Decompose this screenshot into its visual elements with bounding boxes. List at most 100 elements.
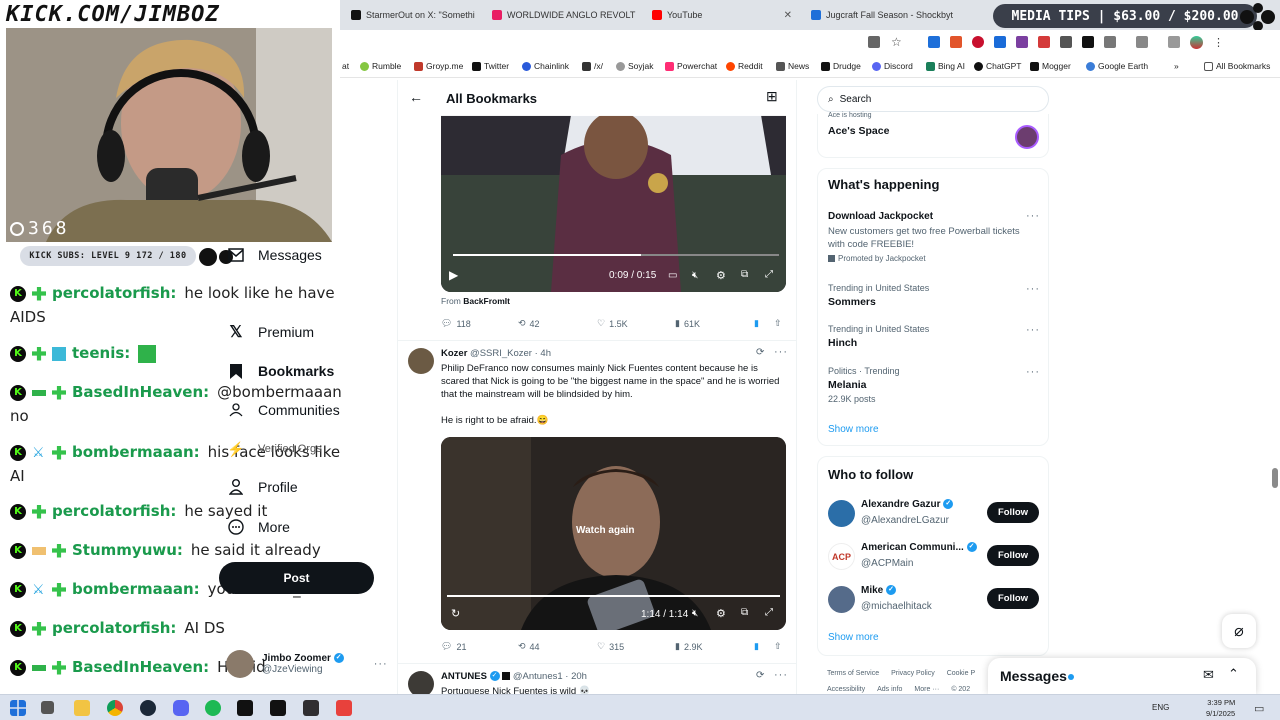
account-switcher[interactable]: Jimbo Zoomer ✓ @JzeViewing ··· bbox=[226, 650, 388, 678]
footer-link[interactable]: Ads info bbox=[877, 686, 902, 693]
grok-button[interactable]: ⌀ bbox=[1222, 614, 1256, 648]
app-icon[interactable] bbox=[336, 700, 352, 716]
footer-link[interactable]: Accessibility bbox=[827, 686, 865, 693]
bookmark-item[interactable]: Drudge bbox=[821, 61, 861, 71]
play-icon[interactable]: ▶ bbox=[449, 268, 458, 282]
follow-button[interactable]: Follow bbox=[987, 545, 1039, 566]
video-player[interactable]: Watch again ↻ 1:14 / 1:14 🔇︎ ⚙ ⧉ ⤢ bbox=[441, 437, 786, 630]
settings-icon[interactable]: ⚙ bbox=[716, 607, 726, 620]
extension-icon[interactable] bbox=[1016, 36, 1028, 48]
tab-starmerout[interactable]: StarmerOut on X: "Somethi bbox=[345, 4, 480, 26]
grok-icon[interactable]: ⟳ bbox=[756, 347, 764, 358]
views-button[interactable]: ▮ 61K bbox=[675, 318, 700, 329]
bookmark-item[interactable]: Reddit bbox=[726, 61, 763, 71]
avatar[interactable] bbox=[408, 348, 434, 374]
watch-again-overlay[interactable]: Watch again bbox=[576, 525, 635, 536]
more-dots-icon[interactable]: ··· bbox=[774, 346, 788, 358]
more-dots-icon[interactable]: ··· bbox=[1026, 366, 1040, 378]
clock[interactable]: 3:39 PM 9/1/2025 bbox=[1206, 697, 1235, 719]
bookmark-item[interactable]: /x/ bbox=[582, 61, 603, 71]
follow-suggestion[interactable]: Mike ✓ @michaelhitack bbox=[828, 585, 932, 614]
app-icon[interactable] bbox=[237, 700, 253, 716]
bookmark-item[interactable]: News bbox=[776, 61, 809, 71]
bookmark-item[interactable]: at bbox=[342, 61, 349, 71]
source-link[interactable]: BackFromIt bbox=[463, 296, 510, 306]
nav-more[interactable]: More bbox=[228, 519, 290, 535]
follow-button[interactable]: Follow bbox=[987, 502, 1039, 523]
notification-icon[interactable]: ▭ bbox=[1254, 702, 1264, 715]
repost-button[interactable]: ⟲ 44 bbox=[518, 641, 540, 652]
reply-button[interactable]: 💬︎ 21 bbox=[441, 641, 466, 652]
repost-button[interactable]: ⟲ 42 bbox=[518, 318, 540, 329]
bookmark-item[interactable]: ChatGPT bbox=[974, 61, 1021, 71]
language-indicator[interactable]: ENG bbox=[1152, 703, 1169, 712]
nav-messages[interactable]: Messages bbox=[228, 247, 322, 263]
follow-suggestion[interactable]: Alexandre Gazur ✓ @AlexandreLGazur bbox=[828, 499, 954, 528]
avatar[interactable] bbox=[1190, 36, 1203, 49]
nav-premium[interactable]: 𝕏 Premium bbox=[228, 324, 314, 341]
grok-icon[interactable]: ⟳ bbox=[756, 670, 764, 681]
promoted-trend[interactable]: Download Jackpocket New customers get tw… bbox=[828, 211, 1038, 263]
reply-button[interactable]: 💬︎ 118 bbox=[441, 318, 471, 329]
expand-icon[interactable]: ⌃ bbox=[1228, 666, 1239, 682]
like-button[interactable]: ♡ 1.5K bbox=[597, 318, 628, 329]
new-message-icon[interactable]: ✉ bbox=[1203, 667, 1214, 683]
mute-icon[interactable]: 🔇︎ bbox=[692, 608, 698, 619]
author-handle[interactable]: @Antunes1 · 20h bbox=[513, 671, 587, 682]
extension-icon[interactable] bbox=[1038, 36, 1050, 48]
star-icon[interactable]: ☆ bbox=[891, 35, 902, 49]
more-dots-icon[interactable]: ··· bbox=[1026, 210, 1040, 222]
task-view-icon[interactable] bbox=[41, 701, 54, 714]
scrollbar-thumb[interactable] bbox=[1272, 468, 1278, 488]
author-handle[interactable]: @SSRI_Kozer · 4h bbox=[470, 348, 551, 359]
bookmark-item[interactable]: Discord bbox=[872, 61, 913, 71]
trend-item[interactable]: Trending in United States Sommers bbox=[828, 283, 929, 308]
share-icon[interactable]: ⇧ bbox=[774, 318, 782, 329]
bookmark-icon[interactable]: ▮ bbox=[754, 641, 759, 652]
app-icon[interactable] bbox=[270, 700, 286, 716]
windows-start-icon[interactable] bbox=[10, 700, 26, 716]
bookmark-item[interactable]: Mogger bbox=[1030, 61, 1071, 71]
bookmark-icon[interactable]: ▮ bbox=[754, 318, 759, 329]
add-bookmark-folder-icon[interactable]: ⊞ bbox=[766, 88, 778, 105]
bookmark-item[interactable]: Chainlink bbox=[522, 61, 569, 71]
x-icon[interactable] bbox=[1082, 36, 1094, 48]
post-button[interactable]: Post bbox=[219, 562, 374, 594]
messages-drawer[interactable]: Messages ✉ ⌃ bbox=[988, 658, 1256, 694]
follow-button[interactable]: Follow bbox=[987, 588, 1039, 609]
footer-link[interactable]: Cookie P bbox=[947, 670, 975, 677]
more-dots-icon[interactable]: ··· bbox=[1026, 283, 1040, 295]
author-name[interactable]: Kozer bbox=[441, 348, 467, 359]
bookmark-item[interactable]: Groyp.me bbox=[414, 61, 463, 71]
captions-icon[interactable]: ▭ bbox=[668, 270, 677, 281]
nav-communities[interactable]: Communities bbox=[228, 402, 340, 418]
spotify-icon[interactable] bbox=[205, 700, 221, 716]
nav-bookmarks[interactable]: Bookmarks bbox=[228, 363, 334, 379]
downloads-icon[interactable] bbox=[1168, 36, 1180, 48]
all-bookmarks-button[interactable]: All Bookmarks bbox=[1204, 61, 1270, 71]
obs-icon[interactable] bbox=[303, 700, 319, 716]
discord-icon[interactable] bbox=[173, 700, 189, 716]
extension-icon[interactable] bbox=[950, 36, 962, 48]
settings-icon[interactable]: ⚙ bbox=[716, 269, 726, 282]
footer-link[interactable]: More ··· bbox=[914, 686, 939, 693]
extension-icon[interactable] bbox=[928, 36, 940, 48]
chrome-icon[interactable] bbox=[107, 700, 123, 716]
bookmark-item[interactable]: Rumble bbox=[360, 61, 401, 71]
footer-link[interactable]: Terms of Service bbox=[827, 670, 879, 677]
search-input[interactable]: ⌕ Search bbox=[817, 86, 1049, 112]
nav-profile[interactable]: Profile bbox=[228, 479, 298, 495]
tab-anglo-revolt[interactable]: WORLDWIDE ANGLO REVOLT bbox=[486, 4, 638, 26]
trend-item[interactable]: Trending in United States Hinch bbox=[828, 324, 929, 349]
more-dots-icon[interactable]: ··· bbox=[374, 658, 388, 670]
nav-verified-orgs[interactable]: ⚡ Verified Orgs bbox=[227, 441, 321, 457]
fullscreen-icon[interactable]: ⤢ bbox=[765, 269, 773, 280]
bookmark-item[interactable]: Soyjak bbox=[616, 61, 654, 71]
tab-jugcraft[interactable]: Jugcraft Fall Season - Shockbyt bbox=[805, 4, 955, 26]
extension-icon[interactable] bbox=[994, 36, 1006, 48]
show-more-link[interactable]: Show more bbox=[828, 424, 879, 435]
bookmark-item[interactable]: Twitter bbox=[472, 61, 509, 71]
steam-icon[interactable] bbox=[140, 700, 156, 716]
mute-icon[interactable]: 🔇︎ bbox=[692, 270, 698, 281]
tab-youtube[interactable]: YouTube ✕ bbox=[646, 4, 798, 26]
